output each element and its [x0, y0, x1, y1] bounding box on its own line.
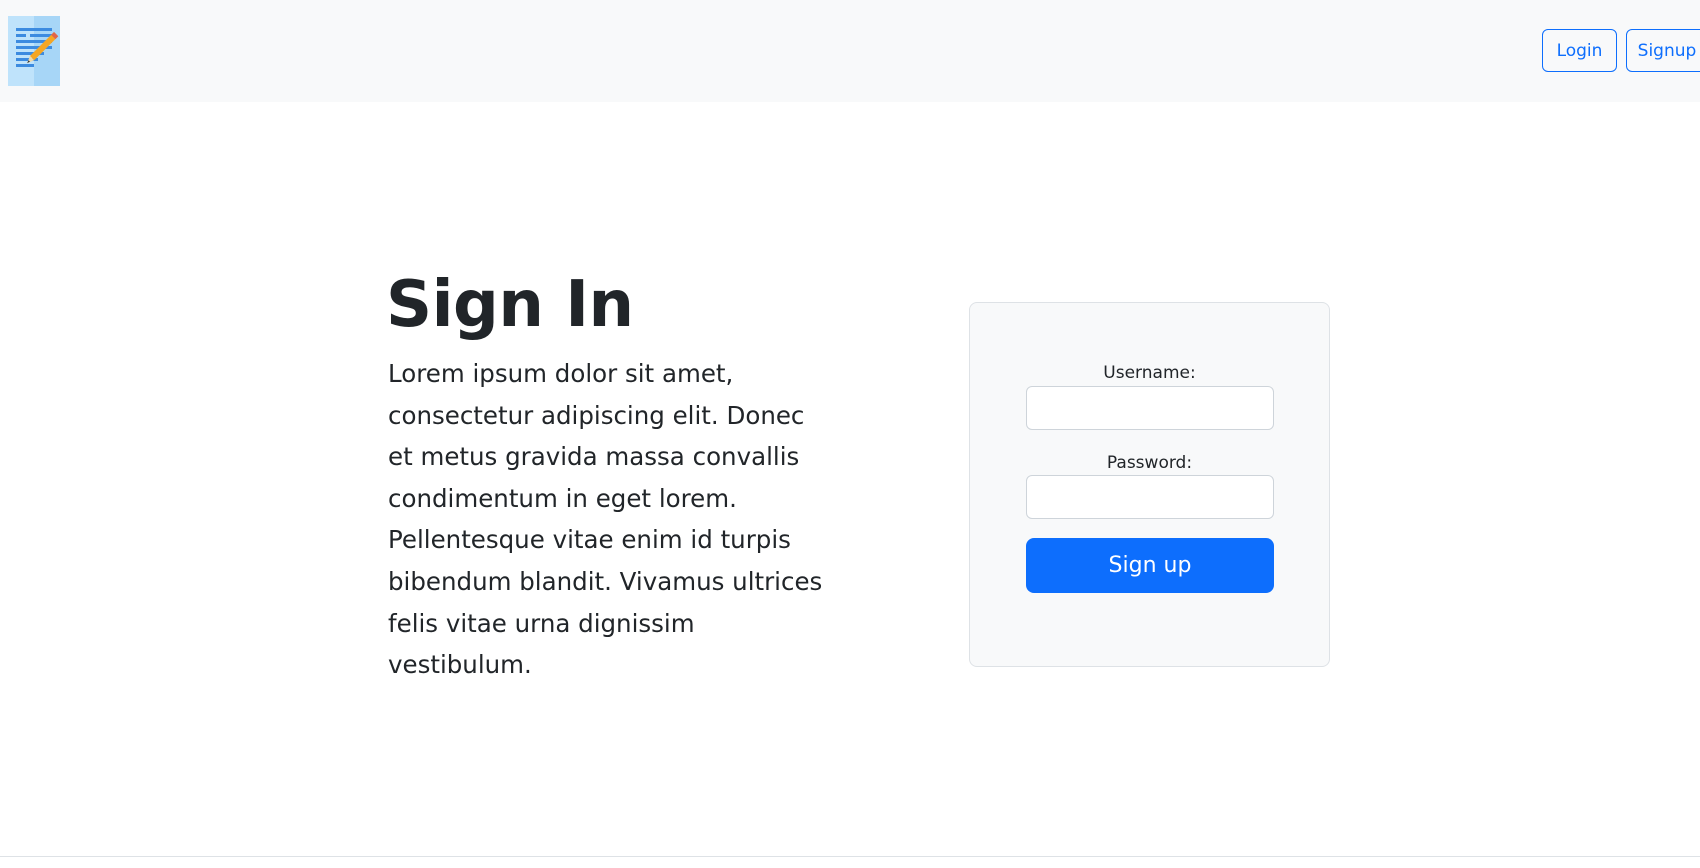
- signup-form-card: Username: Password: Sign up: [969, 302, 1330, 667]
- page-title: Sign In: [386, 268, 634, 342]
- notepad-pencil-icon: [8, 16, 60, 86]
- intro-paragraph: Lorem ipsum dolor sit amet, consectetur …: [388, 359, 823, 680]
- login-button[interactable]: Login: [1542, 29, 1617, 72]
- username-label: Username:: [1103, 363, 1196, 383]
- navbar: Login Signup: [0, 0, 1700, 102]
- logo-link[interactable]: [8, 16, 78, 86]
- signup-button[interactable]: Signup: [1626, 29, 1700, 72]
- sign-up-button[interactable]: Sign up: [1026, 538, 1274, 593]
- password-input[interactable]: [1026, 475, 1274, 519]
- footer-divider: [0, 856, 1700, 857]
- password-label: Password:: [1106, 453, 1193, 473]
- username-input[interactable]: [1026, 386, 1274, 430]
